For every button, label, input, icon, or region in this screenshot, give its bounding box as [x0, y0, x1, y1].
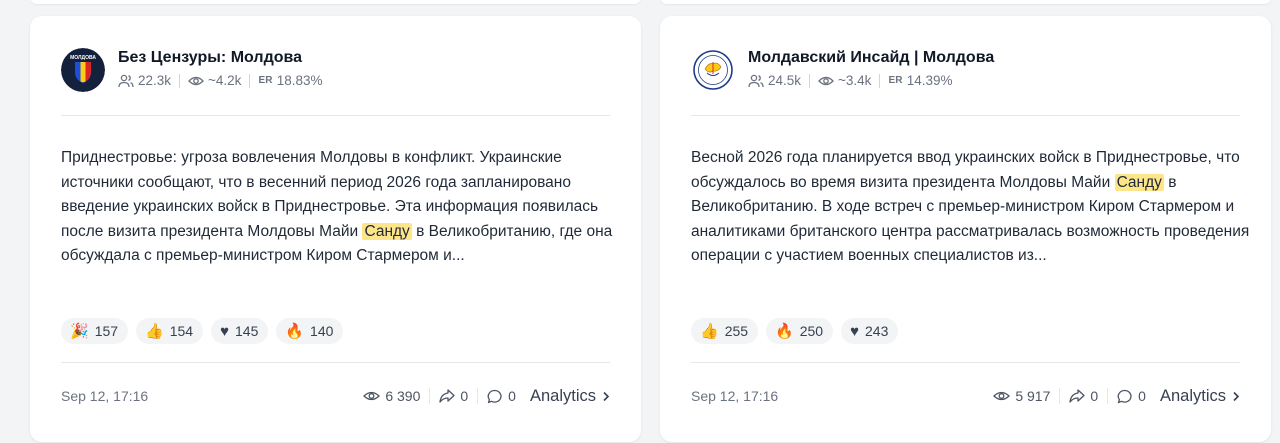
- post-views: 5 917: [993, 388, 1050, 404]
- previous-card-edge: [30, 0, 641, 4]
- divider: [61, 115, 610, 116]
- er-stat: ER 18.83%: [258, 73, 322, 88]
- reactions: 🎉 157 👍 154 ♥ 145 🔥 140: [61, 318, 344, 344]
- users-icon: [748, 74, 764, 87]
- views-avg: ~3.4k: [838, 73, 872, 88]
- reaction-fire[interactable]: 🔥 250: [766, 318, 834, 344]
- post-shares[interactable]: 0: [439, 388, 468, 404]
- footer-divider: [429, 388, 431, 404]
- divider: [691, 115, 1240, 116]
- reaction-count: 145: [235, 323, 259, 339]
- subscribers-count: 24.5k: [768, 73, 802, 88]
- previous-card-edge: [660, 0, 1271, 4]
- views-stat: ~3.4k: [818, 73, 871, 88]
- reaction-party[interactable]: 🎉 157: [61, 318, 129, 344]
- analytics-label: Analytics: [529, 386, 596, 405]
- channel-name[interactable]: Молдавский Инсайд | Молдова: [748, 49, 994, 67]
- channel-name[interactable]: Без Цензуры: Молдова: [118, 49, 302, 67]
- reactions: 👍 255 🔥 250 ♥ 243: [691, 318, 899, 344]
- share-icon: [439, 389, 456, 403]
- heart-icon: ♥: [850, 322, 859, 340]
- post-date: Sep 12, 17:16: [691, 388, 779, 404]
- users-icon: [118, 74, 134, 87]
- eye-icon: [993, 391, 1011, 401]
- subscribers-count: 22.3k: [138, 73, 172, 88]
- post-comments[interactable]: 0: [1117, 388, 1146, 404]
- divider: [61, 362, 610, 363]
- reaction-count: 255: [724, 323, 749, 339]
- views-avg: ~4.2k: [208, 73, 242, 88]
- reaction-thumbs-up[interactable]: 👍 255: [691, 318, 759, 344]
- channel-stats: 22.3k ~4.2k ER 18.83%: [118, 73, 323, 88]
- search-highlight: Санду: [362, 222, 412, 240]
- share-icon: [1069, 389, 1086, 403]
- shares-count: 0: [460, 388, 469, 404]
- comment-icon: [487, 389, 502, 403]
- footer-divider: [1059, 388, 1061, 404]
- post-text[interactable]: Весной 2026 года планируется ввод украин…: [691, 146, 1251, 269]
- views-stat: ~4.2k: [188, 73, 241, 88]
- fire-icon: 🔥: [285, 322, 305, 340]
- post-footer: Sep 12, 17:16 5 917 0 0 Analytics: [691, 384, 1240, 408]
- comments-count: 0: [508, 388, 516, 404]
- divider: [691, 362, 1240, 363]
- post-shares[interactable]: 0: [1069, 388, 1098, 404]
- post-views: 6 390: [363, 388, 420, 404]
- stat-divider: [879, 73, 881, 88]
- post-card: Молдавский Инсайд | Молдова 24.5k ~3.4k …: [660, 16, 1271, 442]
- eye-icon: [818, 76, 834, 85]
- reaction-count: 250: [799, 323, 824, 339]
- search-highlight: Санду: [1114, 173, 1164, 191]
- thumbs-up-icon: 👍: [700, 322, 719, 340]
- post-date: Sep 12, 17:16: [61, 388, 149, 404]
- chevron-right-icon: [603, 391, 610, 401]
- channel-stats: 24.5k ~3.4k ER 14.39%: [748, 73, 953, 88]
- thumbs-up-icon: 👍: [145, 322, 164, 340]
- eye-icon: [188, 76, 204, 85]
- subscribers-stat: 22.3k: [118, 73, 171, 88]
- er-stat: ER 14.39%: [888, 73, 952, 88]
- footer-divider: [1107, 388, 1109, 404]
- er-icon: ER: [258, 75, 273, 86]
- post-text[interactable]: Приднестровье: угроза вовлечения Молдовы…: [61, 146, 621, 269]
- er-value: 18.83%: [276, 73, 323, 88]
- footer-divider: [477, 388, 479, 404]
- reaction-count: 243: [865, 323, 889, 339]
- reaction-heart[interactable]: ♥ 145: [211, 318, 269, 344]
- reaction-count: 154: [169, 323, 194, 339]
- subscribers-stat: 24.5k: [748, 73, 801, 88]
- channel-avatar[interactable]: МОЛДОВА: [61, 48, 105, 92]
- reaction-count: 140: [310, 323, 334, 339]
- svg-text:МОЛДОВА: МОЛДОВА: [70, 55, 96, 61]
- shares-count: 0: [1090, 388, 1099, 404]
- reaction-count: 157: [94, 323, 119, 339]
- party-popper-icon: 🎉: [70, 322, 89, 340]
- post-footer: Sep 12, 17:16 6 390 0 0 Analytics: [61, 384, 610, 408]
- fire-icon: 🔥: [775, 322, 794, 340]
- views-count: 6 390: [385, 388, 421, 404]
- chevron-right-icon: [1233, 391, 1240, 401]
- comment-icon: [1117, 389, 1132, 403]
- er-value: 14.39%: [906, 73, 953, 88]
- analytics-link[interactable]: Analytics: [530, 387, 610, 406]
- stat-divider: [809, 73, 811, 88]
- stat-divider: [249, 73, 251, 88]
- channel-avatar[interactable]: [691, 48, 735, 92]
- post-comments[interactable]: 0: [487, 388, 516, 404]
- analytics-link[interactable]: Analytics: [1160, 387, 1240, 406]
- analytics-label: Analytics: [1159, 386, 1226, 405]
- reaction-heart[interactable]: ♥ 243: [841, 318, 899, 344]
- comments-count: 0: [1138, 388, 1146, 404]
- eye-icon: [363, 391, 381, 401]
- reaction-fire[interactable]: 🔥 140: [276, 318, 344, 344]
- er-icon: ER: [888, 75, 903, 86]
- post-card: МОЛДОВА Без Цензуры: Молдова 22.3k ~4.2k…: [30, 16, 641, 442]
- views-count: 5 917: [1015, 388, 1051, 404]
- reaction-thumbs-up[interactable]: 👍 154: [136, 318, 204, 344]
- stat-divider: [179, 73, 181, 88]
- heart-icon: ♥: [220, 322, 229, 340]
